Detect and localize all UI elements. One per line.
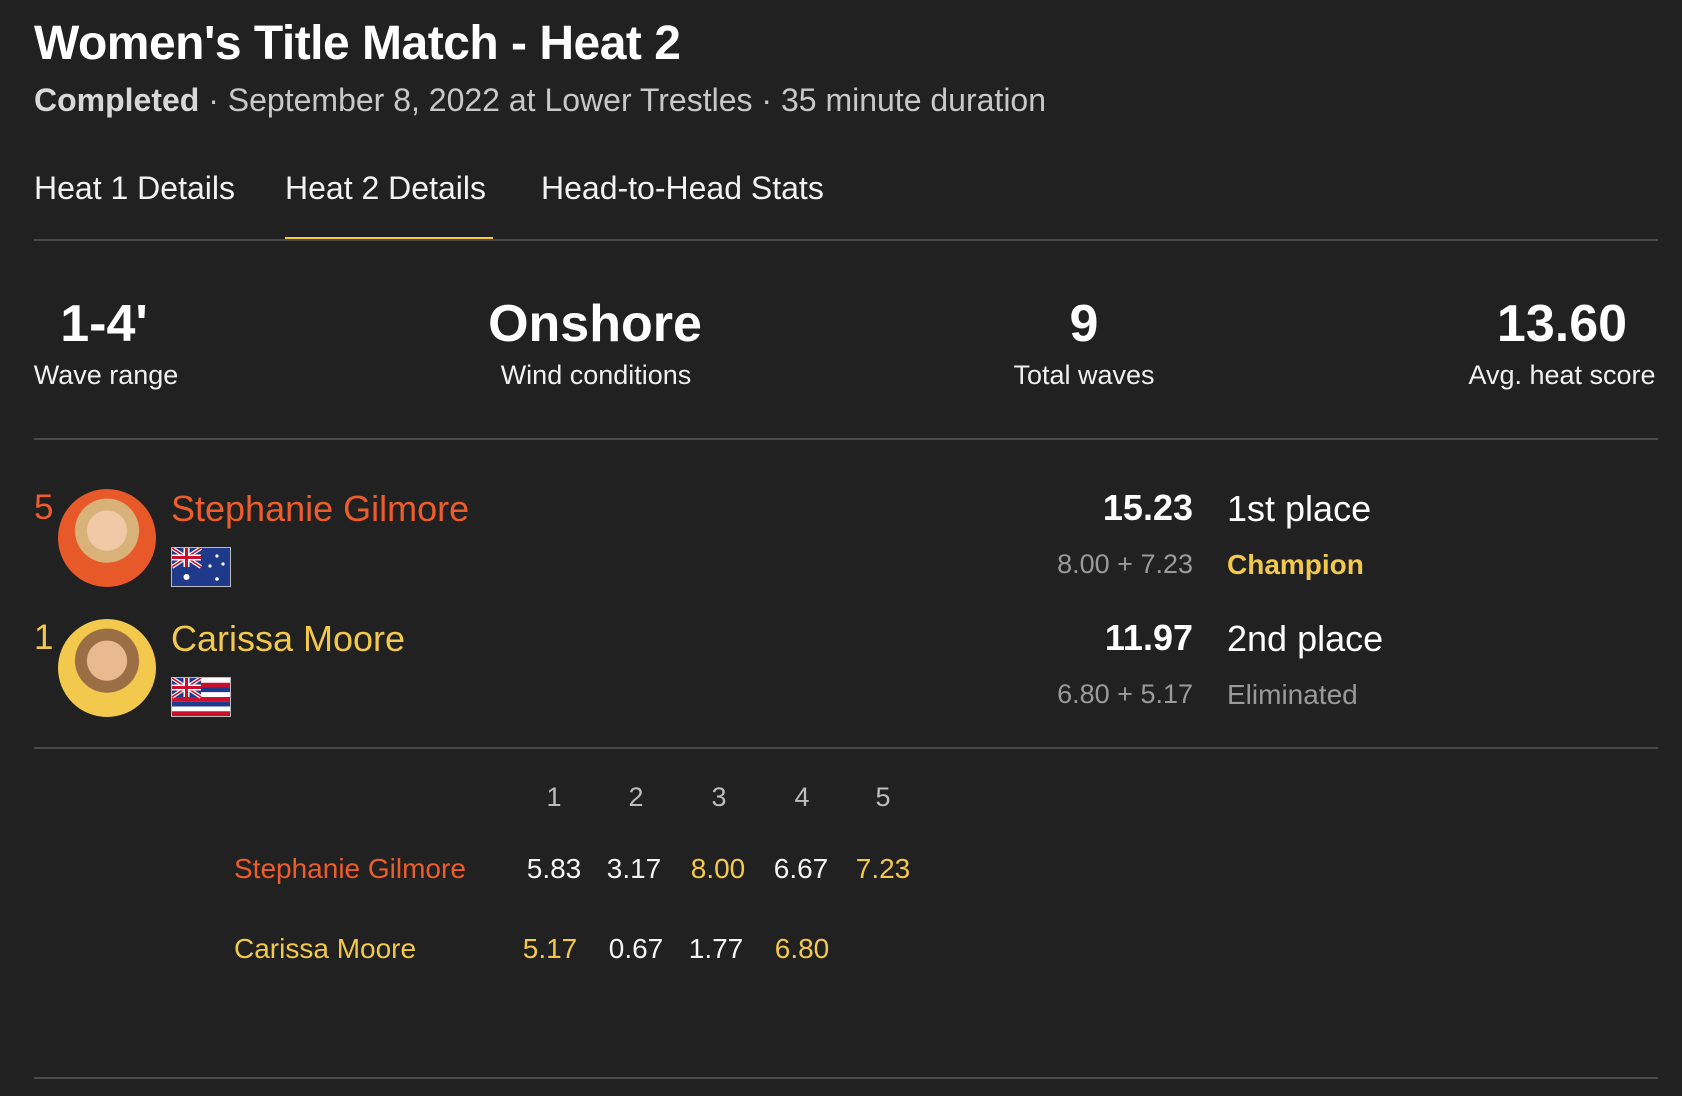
- tab-heat-2-details[interactable]: Heat 2 Details: [285, 170, 486, 207]
- row-athlete-name: Stephanie Gilmore: [234, 853, 466, 884]
- athlete-result-badge: Eliminated: [1227, 679, 1358, 710]
- row-athlete-name: Carissa Moore: [234, 933, 417, 964]
- hawaii-flag-icon: [171, 677, 231, 717]
- athlete-avatar[interactable]: [58, 489, 156, 587]
- wave-score: 0.67: [608, 933, 664, 964]
- heat-details: · September 8, 2022 at Lower Trestles · …: [199, 82, 1047, 118]
- heat-status: Completed: [34, 82, 200, 118]
- wave-score-counted: 7.23: [855, 853, 911, 884]
- heat-subtitle: Completed · September 8, 2022 at Lower T…: [34, 82, 1046, 119]
- total-waves-label: Total waves: [1013, 360, 1155, 390]
- wave-score: 3.17: [606, 853, 662, 884]
- stats-divider: [34, 438, 1658, 440]
- athlete-place: 2nd place: [1227, 618, 1384, 659]
- tab-heat-1-details[interactable]: Heat 1 Details: [34, 170, 235, 207]
- total-waves-value: 9: [1069, 295, 1099, 353]
- wave-score: 6.67: [773, 853, 829, 884]
- wave-range-value: 1-4': [60, 295, 148, 353]
- australia-flag-icon: [171, 547, 231, 587]
- avg-heat-score-label: Avg. heat score: [1468, 360, 1656, 390]
- athletes-divider: [34, 747, 1658, 749]
- avg-heat-score-value: 13.60: [1496, 295, 1628, 353]
- wave-column-header: 2: [628, 782, 644, 812]
- wave-range-label: Wave range: [33, 360, 179, 390]
- wave-column-header: 4: [794, 782, 810, 812]
- athlete-score-breakdown: 6.80 + 5.17: [1057, 679, 1193, 709]
- wave-score-counted: 5.17: [522, 933, 578, 964]
- athlete-result-badge: Champion: [1227, 549, 1364, 580]
- wave-score: 5.83: [526, 853, 582, 884]
- wave-score: 1.77: [688, 933, 744, 964]
- wave-column-header: 5: [875, 782, 891, 812]
- athlete-total-score: 15.23: [1102, 487, 1193, 528]
- table-bottom-divider: [34, 1077, 1658, 1079]
- wave-score-counted: 6.80: [774, 933, 830, 964]
- athlete-name-link[interactable]: Stephanie Gilmore: [171, 488, 469, 530]
- athlete-score-breakdown: 8.00 + 7.23: [1057, 549, 1193, 579]
- tab-head-to-head-stats[interactable]: Head-to-Head Stats: [541, 170, 824, 207]
- wave-column-header: 1: [546, 782, 562, 812]
- wave-score-counted: 8.00: [690, 853, 746, 884]
- tabs-divider: [34, 239, 1658, 241]
- athlete-seed: 5: [34, 488, 54, 527]
- athlete-name-link[interactable]: Carissa Moore: [171, 618, 405, 660]
- wave-column-header: 3: [711, 782, 727, 812]
- athlete-place: 1st place: [1227, 488, 1372, 529]
- athlete-seed: 1: [34, 618, 54, 657]
- athlete-avatar[interactable]: [58, 619, 156, 717]
- wind-conditions-label: Wind conditions: [500, 360, 692, 390]
- page-title: Women's Title Match - Heat 2: [34, 17, 681, 70]
- athlete-total-score: 11.97: [1104, 617, 1193, 658]
- wind-conditions-value: Onshore: [488, 295, 702, 353]
